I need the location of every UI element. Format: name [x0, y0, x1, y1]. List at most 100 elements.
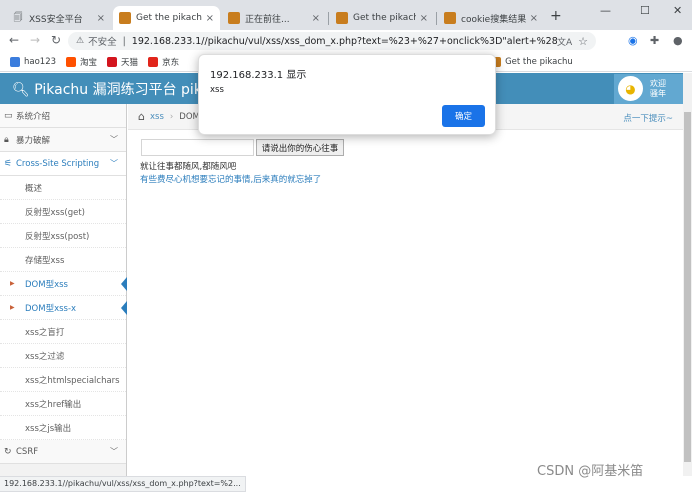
address-bar[interactable]: ⚠ 不安全 | 192.168.233.1//pikachu/vul/xss/x…: [68, 32, 596, 50]
tab-cookie-results[interactable]: cookie搜集结果 ×: [438, 6, 544, 30]
tab-loading[interactable]: 正在前往... ×: [222, 6, 326, 30]
close-tab-icon[interactable]: ×: [97, 13, 105, 24]
welcome-text: 欢迎 骚年: [650, 79, 666, 99]
breadcrumb-separator-icon: ›: [169, 111, 174, 122]
pikachu-favicon-icon: [228, 12, 240, 24]
tab-title: cookie搜集结果: [461, 14, 526, 25]
back-arrow-icon[interactable]: ←: [9, 33, 19, 47]
pikachu-favicon-icon: [444, 12, 456, 24]
sidebar-item-bruteforce[interactable]: 🔒︎ 暴力破解 ﹀: [0, 128, 126, 152]
tab-separator: [436, 12, 437, 25]
sidebar-subitem-label: 概述: [25, 183, 43, 194]
forward-arrow-icon[interactable]: →: [30, 33, 40, 47]
sidebar-subitem-label: xss之js输出: [25, 423, 72, 434]
sidebar-subitem-js[interactable]: xss之js输出: [0, 416, 126, 440]
active-indicator: [121, 277, 127, 291]
sidebar-item-csrf[interactable]: ↻ CSRF ﹀: [0, 440, 126, 464]
status-bar: 192.168.233.1//pikachu/vul/xss/xss_dom_x…: [0, 476, 246, 492]
sidebar-subitem-label: xss之过滤: [25, 351, 65, 362]
vertical-scrollbar[interactable]: [683, 73, 692, 476]
submit-sad-story-button[interactable]: 请说出你的伤心往事: [256, 139, 344, 156]
new-tab-button[interactable]: +: [550, 8, 562, 24]
scrollbar-thumb[interactable]: [684, 112, 691, 462]
caret-right-icon: ▶: [10, 304, 15, 311]
close-tab-icon[interactable]: ×: [420, 13, 428, 24]
sidebar-item-xss[interactable]: ⚟ Cross-Site Scripting ﹀: [0, 152, 126, 176]
browser-toolbar: ← → ↻ ⚠ 不安全 | 192.168.233.1//pikachu/vul…: [0, 30, 692, 52]
bookmark-label: 天猫: [121, 57, 139, 68]
xss-platform-favicon-icon: 🗐: [13, 13, 23, 23]
bookmark-label: 淘宝: [80, 57, 98, 68]
bookmark-jd[interactable]: 京东: [148, 56, 179, 68]
url-text[interactable]: 192.168.233.1//pikachu/vul/xss/xss_dom_x…: [132, 36, 557, 47]
sidebar-subitem-blind[interactable]: xss之盲打: [0, 320, 126, 344]
chevron-down-icon: ﹀: [110, 447, 118, 456]
sidebar-subitem-label: 反射型xss(get): [25, 207, 85, 218]
jd-favicon-icon: [148, 56, 159, 67]
warning-icon: ⚠: [76, 36, 85, 46]
close-tab-icon[interactable]: ×: [312, 13, 320, 24]
tab-get-the-pikachu[interactable]: Get the pikachu ×: [330, 6, 434, 30]
dialog-ok-button[interactable]: 确定: [442, 105, 485, 127]
pikachu-favicon-icon: [119, 12, 131, 24]
translate-icon[interactable]: 文A: [557, 35, 572, 48]
bookmark-label: hao123: [24, 56, 57, 67]
sidebar-subitem-href[interactable]: xss之href输出: [0, 392, 126, 416]
tmall-favicon-icon: [107, 56, 118, 67]
sitemap-icon: ⚟: [4, 158, 13, 169]
close-window-icon[interactable]: ✕: [673, 4, 682, 17]
sidebar-item-label: CSRF: [16, 446, 39, 457]
dialog-message: xss: [210, 85, 224, 95]
bookmark-label: 京东: [162, 57, 180, 68]
bookmark-hao123[interactable]: hao123: [10, 56, 57, 67]
sidebar-subitem-dom-x[interactable]: ▶ DOM型xss-x: [0, 296, 127, 320]
extensions-puzzle-icon[interactable]: ✚: [650, 34, 659, 47]
desktop-icon: ▭: [4, 110, 13, 121]
sidebar-subitem-reflected-get[interactable]: 反射型xss(get): [0, 200, 126, 224]
bookmark-label: Get the pikachu: [505, 56, 573, 67]
account-icon[interactable]: ●: [673, 34, 683, 47]
refresh-icon: ↻: [4, 446, 12, 457]
profile-circle-icon[interactable]: ◉: [628, 34, 638, 47]
maximize-icon[interactable]: ☐: [640, 4, 650, 17]
sidebar-item-intro[interactable]: ▭ 系统介绍: [0, 104, 126, 128]
sidebar-subitem-label: xss之href输出: [25, 399, 82, 410]
bookmark-get-the-pikachu[interactable]: Get the pikachu: [491, 56, 573, 67]
sidebar-subitem-dom[interactable]: ▶ DOM型xss: [0, 272, 127, 296]
tab-title: Get the pikachu: [353, 13, 416, 23]
sidebar-subitem-filter[interactable]: xss之过滤: [0, 344, 126, 368]
breadcrumb-link-xss[interactable]: xss: [150, 112, 164, 122]
taobao-favicon-icon: [66, 56, 77, 67]
sidebar-item-label: 系统介绍: [16, 111, 51, 122]
alert-dialog: 192.168.233.1 显示 xss 确定: [198, 54, 496, 135]
bookmark-star-icon[interactable]: ☆: [578, 35, 588, 48]
sidebar-subitem-stored[interactable]: 存储型xss: [0, 248, 126, 272]
user-menu[interactable]: ◕ 欢迎 骚年: [614, 74, 683, 104]
security-label: 不安全: [88, 37, 117, 48]
dialog-title: 192.168.233.1 显示: [210, 70, 307, 81]
sidebar-subitem-htmlspecialchars[interactable]: xss之htmlspecialchars: [0, 368, 126, 392]
reload-icon[interactable]: ↻: [51, 33, 61, 47]
tips-link[interactable]: 点一下提示~: [623, 112, 673, 124]
sidebar-subitem-label: xss之盲打: [25, 327, 65, 338]
sidebar-subitem-reflected-post[interactable]: 反射型xss(post): [0, 224, 126, 248]
close-tab-icon[interactable]: ×: [530, 13, 538, 24]
address-divider: |: [122, 35, 126, 47]
brand-title[interactable]: 🔍︎ Pikachu 漏洞练习平台 pika: [12, 79, 210, 99]
lock-icon: 🔒︎: [4, 134, 9, 145]
hao123-favicon-icon: [10, 56, 20, 67]
sidebar: ▭ 系统介绍 🔒︎ 暴力破解 ﹀ ⚟ Cross-Site Scripting …: [0, 104, 127, 476]
output-link[interactable]: 有些费尽心机想要忘记的事情,后来真的就忘掉了: [140, 173, 321, 185]
tab-get-the-pikachu-active[interactable]: Get the pikachu ×: [113, 6, 220, 30]
bookmark-taobao[interactable]: 淘宝: [66, 56, 97, 68]
sidebar-subitem-overview[interactable]: 概述: [0, 176, 126, 200]
minimize-icon[interactable]: —: [600, 4, 611, 17]
tab-xss-platform[interactable]: 🗐 XSS安全平台 ×: [6, 6, 111, 30]
tab-title: Get the pikachu: [136, 13, 202, 23]
xss-text-input[interactable]: [141, 139, 254, 156]
bookmark-tmall[interactable]: 天猫: [107, 56, 138, 68]
sidebar-subitem-label: DOM型xss-x: [25, 303, 77, 314]
close-tab-icon[interactable]: ×: [206, 13, 214, 24]
tab-separator: [328, 12, 329, 25]
home-icon[interactable]: ⌂: [138, 110, 145, 123]
